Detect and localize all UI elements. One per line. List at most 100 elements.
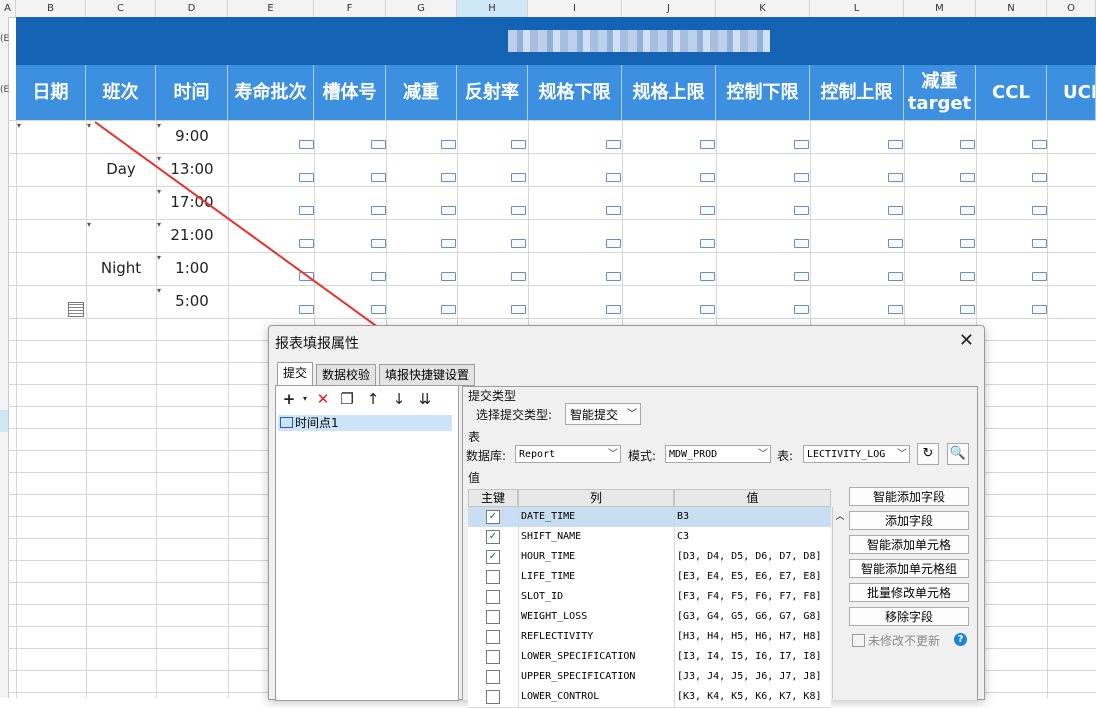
cell-widget-icon[interactable] — [1032, 272, 1047, 281]
cell-widget-icon[interactable] — [960, 305, 975, 314]
field-value-cell[interactable]: [G3, G4, G5, G6, G7, G8] — [674, 607, 834, 627]
table-row[interactable]: LIFE_TIME [E3, E4, E5, E6, E7, E8] — [468, 567, 831, 588]
cell-widget-icon[interactable] — [888, 239, 903, 248]
cell-widget-icon[interactable] — [794, 272, 809, 281]
tree-item-time-point[interactable]: 时间点1 — [278, 415, 452, 431]
cell-widget-icon[interactable] — [441, 206, 456, 215]
cell-widget-icon[interactable] — [700, 140, 715, 149]
header-upper-spec[interactable]: 规格上限 — [622, 65, 716, 120]
cell-widget-icon[interactable] — [441, 140, 456, 149]
delete-icon[interactable]: ✕ — [314, 390, 332, 408]
field-value-cell[interactable]: C3 — [674, 527, 834, 547]
cell-widget-icon[interactable] — [960, 239, 975, 248]
col-l[interactable]: L — [810, 0, 904, 17]
cell-widget-icon[interactable] — [888, 206, 903, 215]
chevron-up-icon[interactable]: ︿ — [834, 509, 846, 522]
col-e[interactable]: E — [228, 0, 314, 17]
field-column-cell[interactable]: SLOT_ID — [518, 587, 677, 607]
cell-widget-icon[interactable] — [794, 140, 809, 149]
col-d[interactable]: D — [156, 0, 228, 17]
col-k[interactable]: K — [716, 0, 810, 17]
cell-widget-icon[interactable] — [888, 305, 903, 314]
cell-widget-icon[interactable] — [794, 239, 809, 248]
batch-modify-cells-button[interactable]: 批量修改单元格 — [849, 583, 969, 602]
cell-widget-icon[interactable] — [794, 305, 809, 314]
smart-add-field-button[interactable]: 智能添加字段 — [849, 487, 969, 506]
cell-widget-icon[interactable] — [371, 305, 386, 314]
cell-widget-icon[interactable] — [888, 173, 903, 182]
table-row[interactable]: ✓ HOUR_TIME [D3, D4, D5, D6, D7, D8] — [468, 547, 831, 568]
time-cell[interactable]: 1:00 — [156, 259, 228, 277]
field-value-cell[interactable]: [E3, E4, E5, E6, E7, E8] — [674, 567, 834, 587]
field-column-cell[interactable]: DATE_TIME — [518, 507, 677, 527]
header-weight-target[interactable]: 减重 target — [904, 65, 976, 120]
cell-widget-icon[interactable] — [606, 239, 621, 248]
cell-widget-icon[interactable] — [371, 239, 386, 248]
field-column-cell[interactable]: LIFE_TIME — [518, 567, 677, 587]
col-i[interactable]: I — [528, 0, 622, 17]
field-column-cell[interactable]: SHIFT_NAME — [518, 527, 677, 547]
header-slot[interactable]: 槽体号 — [314, 65, 386, 120]
cell-widget-icon[interactable] — [299, 140, 314, 149]
cell-widget-icon[interactable] — [1032, 206, 1047, 215]
cell-widget-icon[interactable] — [511, 173, 526, 182]
primary-key-checkbox[interactable] — [486, 630, 500, 644]
remove-field-button[interactable]: 移除字段 — [849, 607, 969, 626]
cell-widget-icon[interactable] — [511, 305, 526, 314]
table-row[interactable]: SLOT_ID [F3, F4, F5, F6, F7, F8] — [468, 587, 831, 608]
cell-widget-icon[interactable] — [441, 272, 456, 281]
col-header-key[interactable]: 主键 — [468, 489, 518, 507]
close-icon[interactable]: ✕ — [959, 330, 974, 351]
cell-widget-icon[interactable] — [960, 206, 975, 215]
table-row[interactable]: WEIGHT_LOSS [G3, G4, G5, G6, G7, G8] — [468, 607, 831, 628]
mode-select[interactable]: MDW_PROD ﹀ — [665, 445, 771, 463]
cell-widget-icon[interactable] — [511, 239, 526, 248]
report-fill-properties-dialog[interactable]: 报表填报属性 ✕ 提交 数据校验 填报快捷键设置 + ▾ ✕ ❐ ↑ ↓ ⇊ 时… — [268, 325, 985, 708]
smart-add-cell-button[interactable]: 智能添加单元格 — [849, 535, 969, 554]
cell-widget-icon[interactable] — [299, 305, 314, 314]
primary-key-checkbox[interactable] — [486, 570, 500, 584]
header-upper-control[interactable]: 控制上限 — [810, 65, 904, 120]
col-header-value[interactable]: 值 — [674, 489, 831, 507]
cell-widget-icon[interactable] — [511, 206, 526, 215]
header-reflectivity[interactable]: 反射率 — [457, 65, 528, 120]
add-field-button[interactable]: 添加字段 — [849, 511, 969, 530]
header-weight-loss[interactable]: 减重 — [386, 65, 457, 120]
cell-widget-icon[interactable] — [606, 173, 621, 182]
cell-widget-icon[interactable] — [371, 173, 386, 182]
col-o[interactable]: O — [1047, 0, 1096, 17]
table-row[interactable]: UPPER_SPECIFICATION [J3, J4, J5, J6, J7, … — [468, 667, 831, 688]
preview-icon[interactable]: 🔍 — [947, 443, 969, 465]
header-ccl[interactable]: CCL — [976, 65, 1047, 120]
header-time[interactable]: 时间 — [156, 65, 228, 120]
field-column-cell[interactable]: REFLECTIVITY — [518, 627, 677, 647]
primary-key-checkbox[interactable]: ✓ — [486, 530, 500, 544]
time-cell[interactable]: 17:00 — [156, 193, 228, 211]
cell-widget-icon[interactable] — [299, 272, 314, 281]
primary-key-checkbox[interactable] — [486, 650, 500, 664]
sort-icon[interactable]: ⇊ — [416, 390, 434, 408]
col-c[interactable]: C — [86, 0, 156, 17]
cell-widget-icon[interactable] — [606, 206, 621, 215]
table-row[interactable]: ✓ DATE_TIME B3 — [468, 507, 831, 528]
primary-key-checkbox[interactable] — [486, 610, 500, 624]
time-cell[interactable]: 5:00 — [156, 292, 228, 310]
shift-night-cell[interactable]: Night — [86, 259, 156, 277]
cell-widget-icon[interactable] — [794, 173, 809, 182]
cell-widget-icon[interactable] — [606, 140, 621, 149]
cell-widget-icon[interactable] — [960, 272, 975, 281]
table-row[interactable]: ✓ SHIFT_NAME C3 — [468, 527, 831, 548]
col-j[interactable]: J — [622, 0, 716, 17]
field-value-cell[interactable]: B3 — [674, 507, 834, 527]
field-value-cell[interactable]: [D3, D4, D5, D6, D7, D8] — [674, 547, 834, 567]
cell-widget-icon[interactable] — [700, 239, 715, 248]
cell-widget-icon[interactable] — [794, 206, 809, 215]
cell-widget-icon[interactable] — [441, 305, 456, 314]
cell-widget-icon[interactable] — [960, 173, 975, 182]
tab-submit[interactable]: 提交 — [277, 362, 314, 386]
field-value-cell[interactable]: [K3, K4, K5, K6, K7, K8] — [674, 687, 834, 707]
submit-type-select[interactable]: 智能提交 ﹀ — [565, 403, 641, 425]
field-value-cell[interactable]: [J3, J4, J5, J6, J7, J8] — [674, 667, 834, 687]
no-update-checkbox[interactable] — [852, 634, 865, 647]
cell-widget-icon[interactable] — [1032, 305, 1047, 314]
